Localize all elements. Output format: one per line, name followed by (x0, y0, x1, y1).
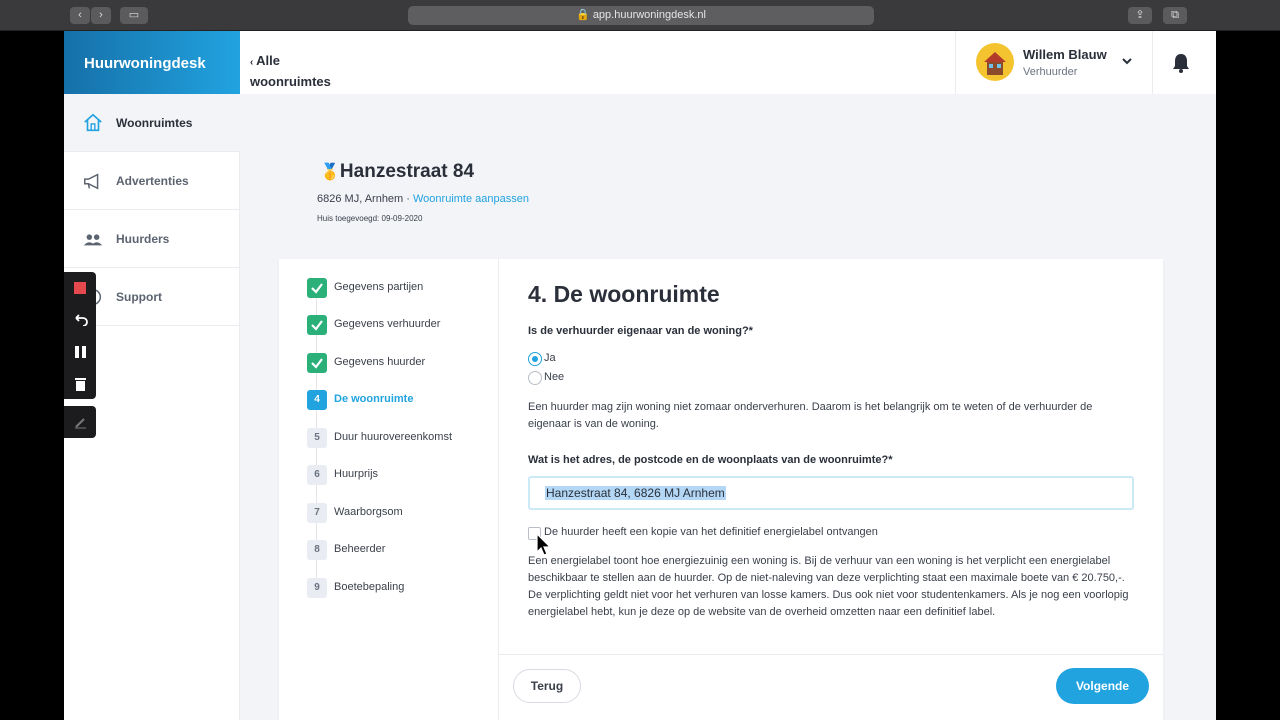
chevron-down-icon (1122, 58, 1132, 65)
owner-question: Is de verhuurder eigenaar van de woning?… (528, 325, 753, 337)
sidebar-item-label: Huurders (116, 232, 170, 246)
energy-help-text: Een energielabel toont hoe energiezuinig… (528, 555, 1129, 618)
step-number: 5 (307, 428, 327, 448)
sidebar-item-huurders[interactable]: Huurders (64, 210, 240, 268)
step-number: 6 (307, 465, 327, 485)
mouse-cursor-icon (536, 533, 552, 556)
energy-label-checkbox-label[interactable]: De huurder heeft een kopie van het defin… (544, 526, 878, 538)
step-label: De woonruimte (334, 393, 414, 405)
top-bar: ‹ Alle woonruimtes Willem Blauw Verhuurd… (240, 31, 1216, 94)
bell-icon[interactable] (1172, 53, 1190, 73)
radio-no[interactable] (528, 371, 542, 385)
lock-icon: 🔒 (576, 9, 590, 21)
pen-icon[interactable] (74, 416, 87, 429)
radio-yes-label[interactable]: Ja (544, 352, 556, 364)
sidebar-item-label: Advertenties (116, 174, 189, 188)
megaphone-icon (84, 173, 99, 190)
app-window: Huurwoningdesk Woonruimtes Advertenties … (64, 31, 1216, 720)
radio-no-label[interactable]: Nee (544, 371, 564, 383)
form-content: 4. De woonruimte Is de verhuurder eigena… (499, 259, 1163, 654)
people-icon (83, 234, 103, 246)
form-title: 4. De woonruimte (528, 281, 720, 307)
step-label: Huurprijs (334, 468, 379, 480)
browser-toolbar: ‹ › ▭ 🔒 app.huurwoningdesk.nl ⇪ ⧉ (0, 0, 1280, 31)
step-number: 7 (307, 503, 327, 523)
user-menu[interactable]: Willem Blauw Verhuurder (955, 31, 1153, 94)
brand-logo[interactable]: Huurwoningdesk (64, 31, 240, 94)
step-label: Waarborgsom (334, 506, 403, 518)
step-label: Duur huurovereenkomst (334, 431, 453, 443)
step-label: Boetebepaling (334, 581, 405, 593)
address-input-value: Hanzestraat 84, 6826 MJ Arnhem (545, 486, 726, 500)
step-label: Gegevens huurder (334, 356, 426, 368)
record-stop-icon[interactable] (74, 282, 86, 294)
recorder-pen-tool (64, 406, 96, 438)
recorder-toolbar (64, 272, 96, 399)
step-number: 8 (307, 540, 327, 560)
check-icon (307, 353, 327, 373)
back-link[interactable]: ‹ Alle woonruimtes (250, 51, 360, 91)
sidebar-item-advertenties[interactable]: Advertenties (64, 152, 240, 210)
sidebar-item-woonruimtes[interactable]: Woonruimtes (64, 94, 240, 152)
medal-icon: 🥇 (320, 164, 340, 181)
property-title: 🥇Hanzestraat 84 (320, 161, 474, 183)
back-link-label: Alle woonruimtes (250, 53, 331, 89)
owner-help-text: Een huurder mag zijn woning niet zomaar … (528, 401, 1093, 430)
tabs-icon[interactable]: ⧉ (1163, 7, 1187, 24)
left-letterbox (0, 31, 64, 720)
wizard-card: Gegevens partijen Gegevens verhuurder Ge… (279, 259, 1163, 720)
share-icon[interactable]: ⇪ (1128, 7, 1152, 24)
property-added-date: Huis toegevoegd: 09-09-2020 (317, 214, 423, 223)
property-title-text: Hanzestraat 84 (339, 161, 475, 182)
check-icon (307, 315, 327, 335)
house-icon (84, 113, 102, 132)
address-bar[interactable]: 🔒 app.huurwoningdesk.nl (408, 6, 874, 25)
step-number: 4 (307, 390, 327, 410)
step-label: Gegevens verhuurder (334, 318, 441, 330)
check-icon (307, 278, 327, 298)
next-button[interactable]: Volgende (1056, 668, 1149, 704)
radio-yes[interactable] (528, 352, 542, 366)
step-label: Beheerder (334, 543, 386, 555)
address-input[interactable]: Hanzestraat 84, 6826 MJ Arnhem (528, 476, 1134, 510)
property-subtitle: 6826 MJ, Arnhem · Woonruimte aanpassen (317, 193, 529, 205)
edit-property-link[interactable]: Woonruimte aanpassen (413, 193, 529, 205)
address-question: Wat is het adres, de postcode en de woon… (528, 454, 893, 466)
right-letterbox (1216, 31, 1280, 720)
wizard-footer: Terug Volgende (499, 654, 1163, 720)
forward-arrow-icon[interactable]: › (91, 7, 111, 24)
user-name: Willem Blauw (1023, 47, 1107, 62)
undo-icon[interactable] (72, 314, 88, 326)
avatar (976, 43, 1014, 81)
sidebar-item-label: Woonruimtes (116, 116, 193, 130)
back-button[interactable]: Terug (513, 669, 581, 703)
step-number: 9 (307, 578, 327, 598)
step-label: Gegevens partijen (334, 281, 424, 293)
user-role: Verhuurder (1023, 66, 1078, 78)
url-text: app.huurwoningdesk.nl (592, 9, 706, 21)
sidebar-toggle-icon[interactable]: ▭ (120, 7, 148, 24)
back-arrow-icon[interactable]: ‹ (70, 7, 90, 24)
sidebar-item-label: Support (116, 290, 162, 304)
trash-icon[interactable] (75, 378, 86, 391)
wizard-steps: Gegevens partijen Gegevens verhuurder Ge… (279, 259, 499, 720)
pause-icon[interactable] (75, 346, 86, 358)
property-location: 6826 MJ, Arnhem · (317, 193, 410, 205)
